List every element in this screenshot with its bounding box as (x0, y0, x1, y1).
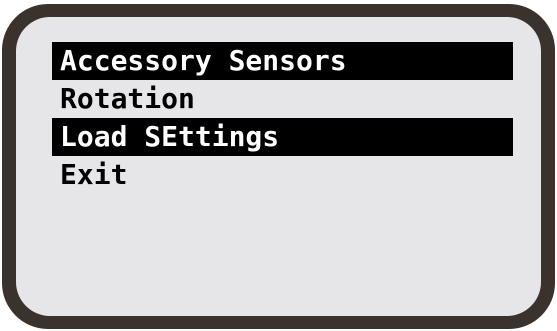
menu-item-exit[interactable]: Exit (52, 156, 513, 194)
menu-item-accessory-sensors[interactable]: Accessory Sensors (52, 42, 513, 80)
menu-list: Accessory Sensors Rotation Load SEttings… (52, 42, 513, 194)
menu-item-rotation[interactable]: Rotation (52, 80, 513, 118)
lcd-screen: Accessory Sensors Rotation Load SEttings… (16, 17, 541, 316)
menu-item-load-settings[interactable]: Load SEttings (52, 118, 513, 156)
device-bezel: Accessory Sensors Rotation Load SEttings… (2, 4, 555, 329)
